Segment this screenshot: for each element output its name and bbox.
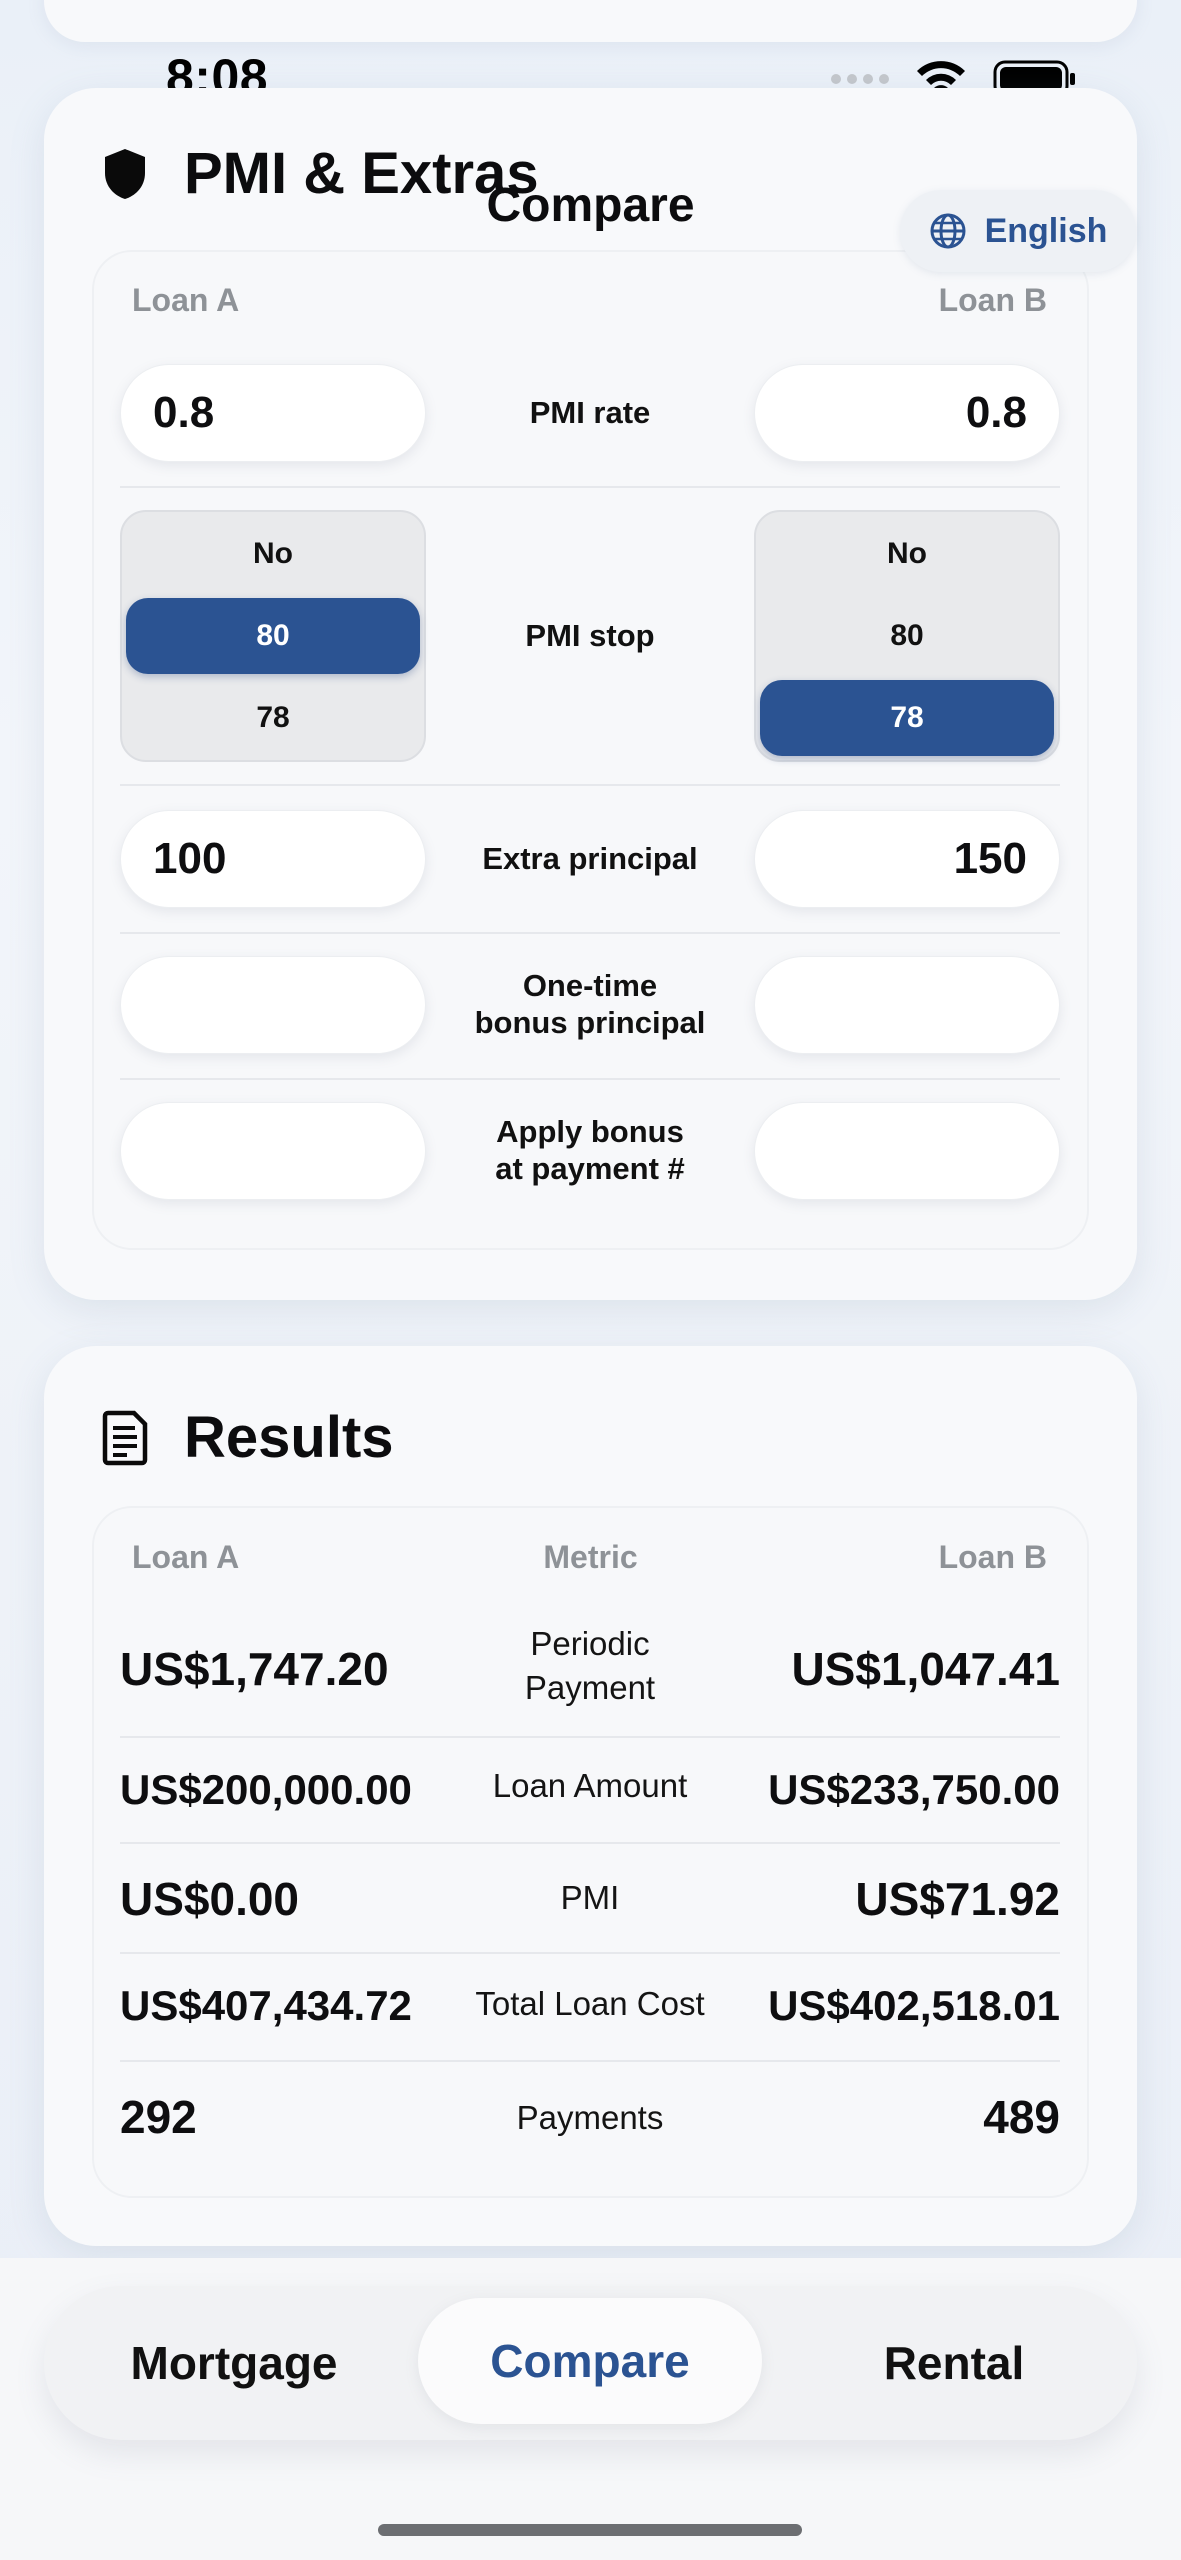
result-loan-b-value: 489 (983, 2091, 1060, 2143)
result-loan-a-value: US$200,000.00 (120, 1766, 412, 1813)
pmi-stop-a-option-78[interactable]: 78 (126, 680, 420, 756)
result-loan-a-value: 292 (120, 2091, 197, 2143)
result-loan-b-value: US$1,047.41 (791, 1643, 1060, 1695)
result-metric: Periodic Payment (460, 1622, 720, 1709)
divider (120, 932, 1060, 934)
result-metric: PMI (560, 1879, 620, 1916)
extra-principal-loan-a-input[interactable]: 100 (120, 810, 426, 908)
extra-principal-loan-b-input[interactable]: 150 (754, 810, 1060, 908)
bonus-principal-label: One-time bonus principal (426, 956, 754, 1054)
document-icon (102, 1410, 148, 1465)
pmi-rate-loan-a-input[interactable]: 0.8 (120, 364, 426, 462)
divider (120, 784, 1060, 786)
pmi-stop-b-option-78[interactable]: 78 (760, 680, 1054, 756)
cellular-signal-icon (831, 74, 889, 84)
bonus-payment-label: Apply bonus at payment # (426, 1102, 754, 1200)
result-metric: Loan Amount (492, 1767, 688, 1804)
results-card-header: Results (102, 1404, 394, 1471)
bonus-payment-row: Apply bonus at payment # (120, 1102, 1060, 1200)
pmi-stop-b-option-80[interactable]: 80 (760, 598, 1054, 674)
pmi-stop-loan-a-segmented[interactable]: No 80 78 (120, 510, 426, 762)
pmi-stop-b-option-no[interactable]: No (760, 516, 1054, 592)
tab-mortgage[interactable]: Mortgage (64, 2286, 404, 2440)
result-loan-b-value: US$402,518.01 (768, 1982, 1060, 2029)
result-row-loan-amount: US$200,000.00 Loan Amount US$233,750.00 (120, 1764, 1060, 1818)
tab-bar: Mortgage Compare Rental (44, 2286, 1137, 2440)
globe-icon (930, 213, 966, 249)
result-loan-a-value: US$0.00 (120, 1873, 300, 1925)
results-loan-b-label: Loan B (938, 1539, 1047, 1575)
divider (120, 1078, 1060, 1080)
language-button[interactable]: English (900, 190, 1136, 272)
divider (120, 2060, 1060, 2062)
result-row-pmi: US$0.00 PMI US$71.92 (120, 1872, 1060, 1926)
result-row-payments: 292 Payments 489 (120, 2090, 1060, 2144)
pmi-rate-label: PMI rate (529, 394, 651, 430)
bonus-principal-loan-a-input[interactable] (120, 956, 426, 1054)
divider (120, 1952, 1060, 1954)
bonus-payment-label-line2: at payment # (495, 1151, 685, 1186)
results-card-title: Results (184, 1405, 394, 1470)
tab-rental[interactable]: Rental (784, 2286, 1124, 2440)
bonus-principal-loan-b-input[interactable] (754, 956, 1060, 1054)
extra-principal-label: Extra principal (482, 840, 698, 876)
extra-principal-row: 100 Extra principal 150 (120, 810, 1060, 908)
pmi-loan-a-label: Loan A (132, 282, 240, 318)
pmi-loan-b-label: Loan B (938, 282, 1047, 318)
tab-compare[interactable]: Compare (418, 2298, 762, 2424)
pmi-stop-label: PMI stop (525, 617, 655, 653)
language-label: English (984, 211, 1108, 250)
bonus-principal-row: One-time bonus principal (120, 956, 1060, 1054)
previous-card-edge (44, 0, 1137, 42)
pmi-stop-loan-b-segmented[interactable]: No 80 78 (754, 510, 1060, 762)
result-metric-line1: Periodic (530, 1625, 650, 1662)
pmi-stop-row: No 80 78 PMI stop No 80 78 (120, 510, 1060, 762)
bonus-payment-label-line1: Apply bonus (496, 1114, 684, 1150)
result-metric: Payments (516, 2099, 664, 2136)
result-row-periodic-payment: US$1,747.20 Periodic Payment US$1,047.41 (120, 1622, 1060, 1712)
home-indicator[interactable] (378, 2524, 802, 2536)
bonus-payment-loan-b-input[interactable] (754, 1102, 1060, 1200)
divider (120, 1842, 1060, 1844)
pmi-rate-loan-b-input[interactable]: 0.8 (754, 364, 1060, 462)
result-loan-a-value: US$1,747.20 (120, 1643, 389, 1695)
divider (120, 1736, 1060, 1738)
result-metric: Total Loan Cost (475, 1985, 705, 2022)
pmi-stop-a-option-80[interactable]: 80 (126, 598, 420, 674)
result-row-total-loan-cost: US$407,434.72 Total Loan Cost US$402,518… (120, 1982, 1060, 2036)
result-loan-b-value: US$71.92 (855, 1873, 1060, 1925)
bonus-payment-loan-a-input[interactable] (120, 1102, 426, 1200)
divider (120, 486, 1060, 488)
result-loan-b-value: US$233,750.00 (768, 1766, 1060, 1813)
pmi-rate-row: 0.8 PMI rate 0.8 (120, 364, 1060, 462)
result-metric-line2: Payment (524, 1668, 656, 1706)
pmi-stop-a-option-no[interactable]: No (126, 516, 420, 592)
result-loan-a-value: US$407,434.72 (120, 1982, 412, 2029)
bonus-principal-label-line2: bonus principal (474, 1005, 706, 1040)
bonus-principal-label-line1: One-time (522, 968, 658, 1004)
